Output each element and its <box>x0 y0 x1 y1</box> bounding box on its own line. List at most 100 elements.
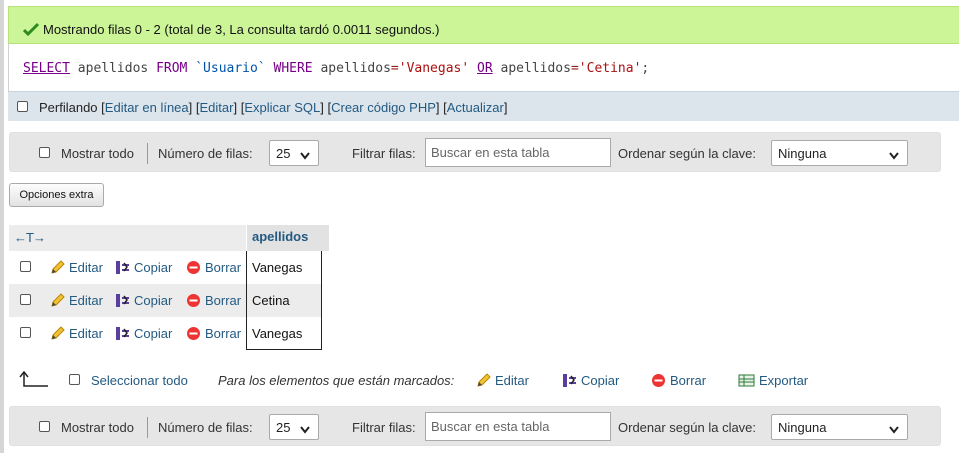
show-all-checkbox[interactable] <box>39 147 50 158</box>
table-row: Editar Copiar Borrar Vanegas <box>9 251 322 284</box>
refresh-link[interactable]: Actualizar <box>447 100 504 115</box>
row-delete-label: Borrar <box>205 326 242 341</box>
extra-options-button[interactable]: Opciones extra <box>9 183 104 207</box>
sort-select[interactable]: Ninguna <box>771 414 908 440</box>
row-edit-label: Editar <box>69 326 103 341</box>
row-checkbox[interactable] <box>20 261 31 272</box>
pencil-icon <box>51 326 65 340</box>
sql-eq2: = <box>570 61 579 76</box>
bulk-copy-label: Copiar <box>581 373 620 388</box>
copy-icon <box>563 374 576 387</box>
edit-inline-link[interactable]: Editar en línea <box>105 100 189 115</box>
row-checkbox[interactable] <box>20 327 31 338</box>
rows-select-value: 25 <box>276 420 291 435</box>
copy-icon <box>116 327 129 340</box>
bulk-edit-label: Editar <box>495 373 529 388</box>
sql-val2: 'Cetina' <box>578 61 642 76</box>
row-delete-button[interactable]: Borrar <box>186 293 241 308</box>
profiling-label: Perfilando <box>39 100 98 115</box>
filter-search-field[interactable] <box>425 412 611 441</box>
row-copy-button[interactable]: Copiar <box>115 293 172 308</box>
sql-query: SELECT apellidos FROM `Usuario` WHERE ap… <box>23 61 649 76</box>
filter-label: Filtrar filas: <box>352 146 416 161</box>
select-all-label[interactable]: Seleccionar todo <box>91 373 188 388</box>
checkmark-icon <box>22 22 40 39</box>
bracket: ] <box>188 100 193 115</box>
edit-link[interactable]: Editar <box>200 100 234 115</box>
row-delete-button[interactable]: Borrar <box>186 326 241 341</box>
chevron-down-icon <box>889 148 899 163</box>
pencil-icon <box>477 373 491 387</box>
profiling-bar: Perfilando [Editar en línea] [Editar] [E… <box>8 91 959 121</box>
success-message: Mostrando filas 0 - 2 (total de 3, La co… <box>8 6 959 44</box>
row-copy-button[interactable]: Copiar <box>115 260 172 275</box>
sql-eq1: = <box>390 61 399 76</box>
delete-icon <box>652 374 665 387</box>
row-copy-button[interactable]: Copiar <box>115 326 172 341</box>
navigation-bar-top: Mostrar todo Número de filas: 25 Filtrar… <box>9 132 941 172</box>
bulk-copy-button[interactable]: Copiar <box>562 373 619 388</box>
sql-column: apellidos <box>77 61 149 76</box>
sql-query-box: SELECT apellidos FROM `Usuario` WHERE ap… <box>8 44 959 91</box>
row-delete-button[interactable]: Borrar <box>186 260 241 275</box>
sql-col2: apellidos <box>500 61 571 76</box>
sort-select-value: Ninguna <box>778 420 827 435</box>
row-edit-button[interactable]: Editar <box>50 293 103 308</box>
rows-label: Número de filas: <box>158 420 253 435</box>
bulk-delete-button[interactable]: Borrar <box>651 373 706 388</box>
success-message-text: Mostrando filas 0 - 2 (total de 3, La co… <box>43 22 440 37</box>
row-edit-button[interactable]: Editar <box>50 326 103 341</box>
rows-select[interactable]: 25 <box>269 140 319 166</box>
table-row: Editar Copiar Borrar Vanegas <box>9 317 322 350</box>
create-php-link[interactable]: Crear código PHP <box>331 100 436 115</box>
column-arrows-icon[interactable]: ←T→ <box>14 230 46 245</box>
cell-apellidos[interactable]: Cetina <box>246 284 322 317</box>
profiling-checkbox[interactable] <box>17 101 28 112</box>
bulk-edit-button[interactable]: Editar <box>476 373 529 388</box>
bulk-delete-label: Borrar <box>670 373 707 388</box>
table-header: ←T→ apellidos <box>9 225 329 251</box>
bulk-actions-bar: Seleccionar todo Para los elementos que … <box>9 368 949 394</box>
sql-end: ; <box>641 61 650 76</box>
bracket: ] <box>233 100 238 115</box>
show-all-label[interactable]: Mostrar todo <box>61 146 134 161</box>
row-checkbox[interactable] <box>20 294 31 305</box>
select-all-checkbox[interactable] <box>69 374 80 385</box>
cell-apellidos[interactable]: Vanegas <box>246 317 322 350</box>
rows-select[interactable]: 25 <box>269 414 319 440</box>
bulk-export-button[interactable]: Exportar <box>738 373 808 388</box>
delete-icon <box>187 294 200 307</box>
sort-select[interactable]: Ninguna <box>771 140 908 166</box>
left-panel-border <box>0 0 4 453</box>
sql-select[interactable]: SELECT <box>23 61 70 76</box>
divider <box>147 417 148 438</box>
cell-apellidos[interactable]: Vanegas <box>246 251 322 284</box>
table-row: Editar Copiar Borrar Cetina <box>9 284 322 317</box>
sort-label: Ordenar según la clave: <box>618 420 757 435</box>
bulk-export-label: Exportar <box>759 373 809 388</box>
sql-val1: 'Vanegas' <box>398 61 470 76</box>
show-all-checkbox[interactable] <box>39 421 50 432</box>
filter-search-field[interactable] <box>425 138 611 167</box>
column-header-apellidos[interactable]: apellidos <box>246 225 329 251</box>
arrow-up-left-icon <box>19 370 53 389</box>
delete-icon <box>187 261 200 274</box>
explain-sql-link[interactable]: Explicar SQL <box>244 100 320 115</box>
sql-or[interactable]: OR <box>477 61 493 76</box>
pencil-icon <box>51 260 65 274</box>
filter-search-input[interactable] <box>427 414 605 439</box>
chevron-down-icon <box>300 148 310 163</box>
chevron-down-icon <box>300 422 310 437</box>
row-copy-label: Copiar <box>134 293 173 308</box>
sql-table: `Usuario` <box>195 61 266 76</box>
row-delete-label: Borrar <box>205 260 242 275</box>
row-edit-button[interactable]: Editar <box>50 260 103 275</box>
pencil-icon <box>51 293 65 307</box>
bracket: ] <box>435 100 440 115</box>
show-all-label[interactable]: Mostrar todo <box>61 420 134 435</box>
row-copy-label: Copiar <box>134 260 173 275</box>
filter-search-input[interactable] <box>427 140 605 165</box>
copy-icon <box>116 261 129 274</box>
sql-from: FROM <box>156 61 188 76</box>
filter-label: Filtrar filas: <box>352 420 416 435</box>
